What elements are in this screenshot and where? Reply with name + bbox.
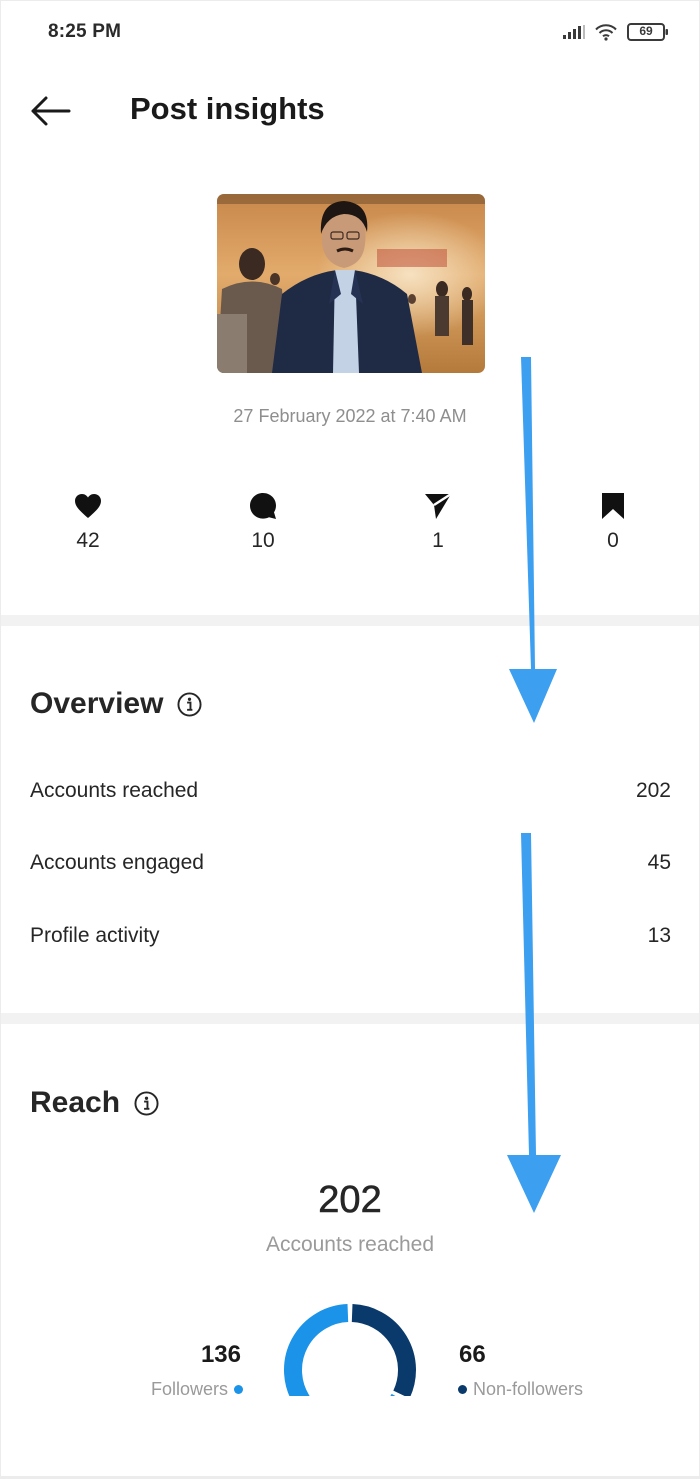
metric-accounts-reached[interactable]: Accounts reached 202 [30,771,671,811]
back-button[interactable] [29,93,73,129]
signal-icon [563,25,585,39]
post-insights-screen: 8:25 PM 69 Post insights 27 February 202… [1,1,699,1476]
wifi-icon [595,23,617,41]
status-bar: 8:25 PM 69 [1,1,699,65]
non-followers-arc [351,1304,416,1399]
battery-level: 69 [639,24,653,38]
stat-comments: 10 [223,491,303,553]
reach-title: Reach [30,1086,121,1119]
status-time: 8:25 PM [48,21,122,42]
app-header: Post insights [1,81,699,141]
metric-label: Profile activity [30,924,160,947]
info-icon[interactable] [134,1090,159,1116]
metric-label: Accounts engaged [30,851,204,874]
comments-count: 10 [251,529,275,552]
arrow-left-icon [31,96,71,126]
stat-likes: 42 [48,491,128,553]
battery-icon: 69 [627,23,669,41]
post-date: 27 February 2022 at 7:40 AM [233,406,467,426]
metric-label: Accounts reached [30,779,199,802]
shares-count: 1 [432,529,444,552]
stat-saves: 0 [573,491,653,553]
reach-total-label: Accounts reached [265,1233,435,1256]
bookmark-icon [602,493,624,519]
scroll-down-arrow-2 [507,833,561,1213]
status-icons: 69 [563,23,669,41]
reach-total: 202 [318,1179,382,1222]
section-divider [1,1013,699,1024]
metric-accounts-engaged[interactable]: Accounts engaged 45 [30,843,671,883]
comment-icon [250,493,276,519]
share-icon [425,492,452,519]
stat-shares: 1 [398,491,478,553]
heart-icon [75,494,101,518]
overview-heading: Overview [30,687,202,721]
info-icon[interactable] [177,691,202,717]
metric-value: 45 [647,851,671,874]
cropped-area [1,1396,699,1476]
non-followers-count: 66 [459,1341,486,1368]
page-title: Post insights [130,91,325,126]
section-divider [1,615,699,626]
engagement-stats: 42 10 1 0 [1,491,699,571]
followers-dot [234,1385,243,1394]
metric-value: 13 [647,924,671,947]
saves-count: 0 [607,529,619,552]
metric-profile-activity[interactable]: Profile activity 13 [30,916,671,956]
post-thumbnail[interactable] [217,194,485,373]
metric-value: 202 [635,779,671,802]
non-followers-dot [458,1385,467,1394]
likes-count: 42 [76,529,100,552]
followers-count: 136 [200,1341,241,1368]
overview-title: Overview [30,687,164,720]
reach-heading: Reach [30,1086,159,1120]
